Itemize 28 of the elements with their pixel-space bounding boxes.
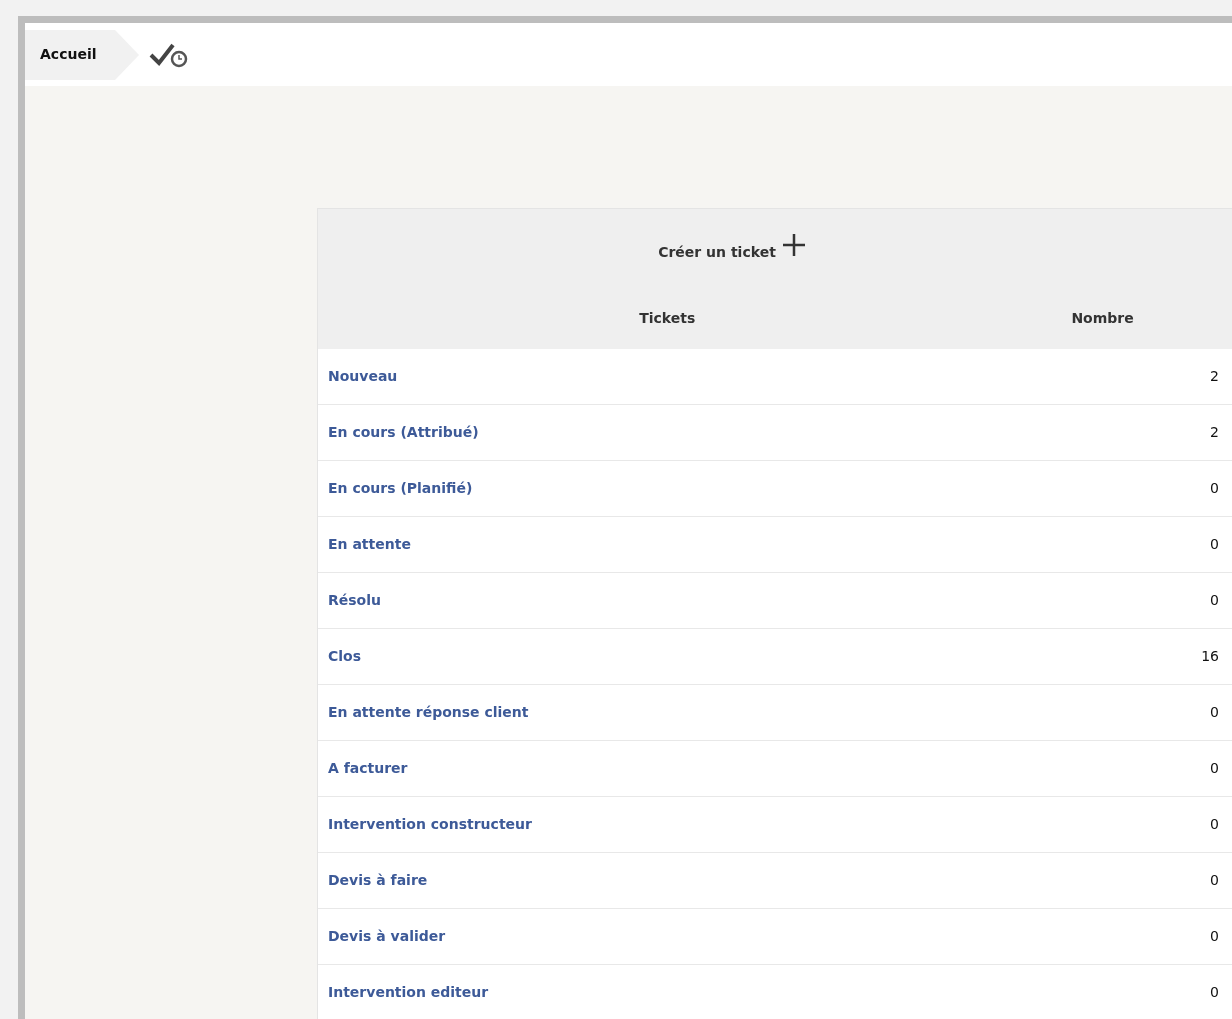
- create-ticket-button[interactable]: Créer un ticket: [658, 233, 806, 263]
- status-link[interactable]: Intervention editeur: [328, 982, 489, 1003]
- status-link[interactable]: Intervention constructeur: [328, 814, 532, 835]
- plus-icon: [781, 233, 806, 257]
- count-cell-text: 0: [1209, 759, 1219, 778]
- status-link[interactable]: Résolu: [328, 590, 381, 611]
- count-cell-text: 2: [1209, 367, 1219, 386]
- status-link[interactable]: En attente réponse client: [328, 702, 529, 723]
- status-link[interactable]: A facturer: [328, 758, 408, 779]
- count-cell-text: 0: [1209, 927, 1219, 946]
- count-cell-text: 0: [1209, 703, 1219, 722]
- status-link[interactable]: En cours (Attribué): [328, 422, 479, 443]
- status-link[interactable]: Nouveau: [328, 366, 398, 387]
- status-link[interactable]: Devis à valider: [328, 926, 446, 947]
- count-cell-text: 16: [1200, 647, 1219, 666]
- count-cell-text: 0: [1209, 983, 1219, 1002]
- count-cell-text: 0: [1209, 871, 1219, 890]
- count-cell-text: 0: [1209, 479, 1219, 498]
- column-header: Nombre: [1070, 308, 1135, 328]
- count-cell-text: 0: [1209, 591, 1219, 610]
- status-link[interactable]: Clos: [328, 646, 362, 667]
- count-cell-text: 2: [1209, 423, 1219, 442]
- status-link[interactable]: En attente: [328, 534, 411, 555]
- status-link[interactable]: En cours (Planifié): [328, 478, 473, 499]
- count-cell-text: 0: [1209, 535, 1219, 554]
- status-link[interactable]: Devis à faire: [328, 870, 428, 891]
- column-header: Tickets: [638, 308, 697, 328]
- count-cell-text: 0: [1209, 815, 1219, 834]
